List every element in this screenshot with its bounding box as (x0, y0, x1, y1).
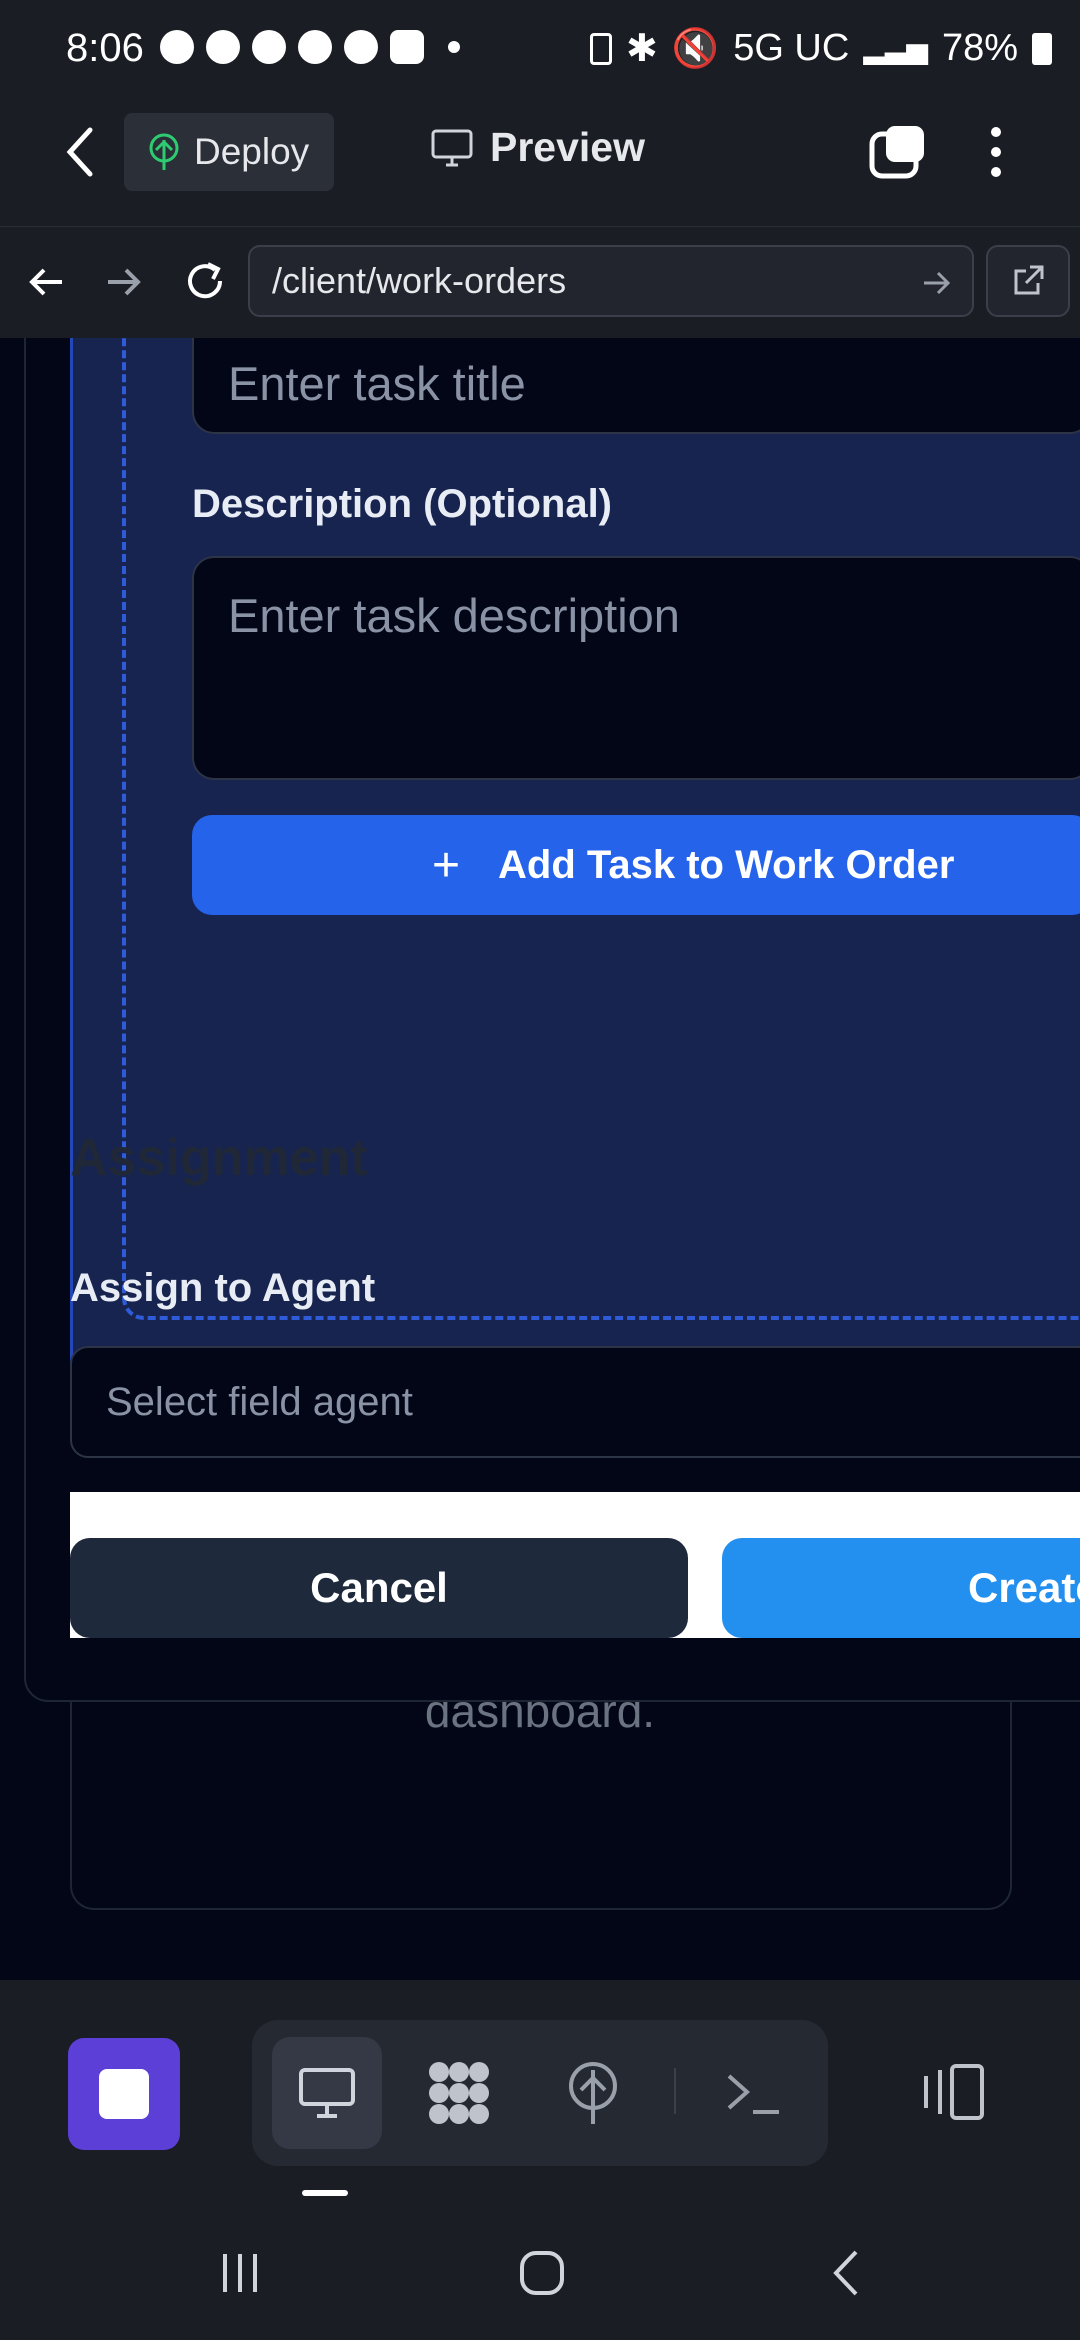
back-button[interactable] (60, 124, 100, 185)
messenger-icon (252, 30, 286, 64)
deploy-label: Deploy (194, 131, 310, 172)
reload-button[interactable] (182, 258, 228, 309)
chevron-left-icon (66, 127, 93, 177)
status-right: ✱ 🔇 5G UC ▂▃▅ 78% (590, 26, 1052, 71)
assign-agent-label: Assign to Agent (70, 1266, 376, 1310)
cancel-button[interactable]: Cancel (70, 1538, 688, 1638)
go-arrow-icon (924, 271, 951, 295)
url-text: /client/work-orders (272, 260, 567, 301)
agent-select-placeholder: Select field agent (106, 1380, 413, 1424)
monitor-icon (431, 129, 473, 166)
description-textarea[interactable]: Enter task description (192, 556, 1080, 780)
bluetooth-icon: ✱ (626, 28, 658, 70)
preview-tab[interactable]: Preview (430, 124, 645, 171)
stop-button[interactable] (68, 2038, 180, 2150)
external-link-icon (1014, 265, 1044, 295)
stop-icon (99, 2069, 149, 2119)
apps-tool-button[interactable] (404, 2037, 514, 2149)
more-menu-button[interactable] (986, 124, 1006, 185)
browser-back-button[interactable] (26, 262, 66, 307)
plus-icon: + (432, 838, 461, 892)
home-icon (520, 2251, 564, 2295)
mute-icon: 🔇 (671, 27, 720, 70)
system-back-button[interactable] (796, 2238, 896, 2308)
desktop-tool-button[interactable] (272, 2037, 382, 2149)
add-task-button[interactable]: + Add Task to Work Order (192, 815, 1080, 915)
open-external-button[interactable] (986, 245, 1070, 317)
tool-divider (674, 2068, 676, 2114)
tabs-icon (869, 126, 924, 179)
apps-icon (429, 2062, 489, 2124)
preview-label: Preview (490, 124, 645, 170)
browser-forward-button[interactable] (104, 262, 144, 307)
arrow-right-icon (108, 268, 141, 296)
task-title-input[interactable]: Enter task title (192, 338, 1080, 434)
wallet-icon (390, 30, 424, 64)
add-task-label: Add Task to Work Order (498, 842, 955, 887)
page-content: dashboard. Enter task title Description … (0, 338, 1080, 1980)
status-time: 8:06 (66, 26, 144, 70)
chat-icon (160, 30, 194, 64)
messenger-icon (206, 30, 240, 64)
more-dot-icon (448, 41, 460, 53)
url-input[interactable]: /client/work-orders (248, 245, 974, 317)
task-title-placeholder: Enter task title (228, 357, 526, 410)
terminal-icon (727, 2074, 779, 2114)
agent-select[interactable]: Select field agent (70, 1346, 1080, 1458)
desktop-icon (299, 2068, 355, 2118)
chevron-left-icon (833, 2250, 858, 2296)
description-placeholder: Enter task description (228, 589, 680, 642)
battery-level: 78% (941, 27, 1018, 69)
recent-apps-button[interactable] (190, 2238, 290, 2308)
notification-icons (160, 30, 460, 64)
kebab-menu-icon (991, 127, 1001, 177)
assignment-heading: Assignment (70, 1129, 368, 1187)
deploy-button[interactable]: Deploy (124, 113, 334, 191)
tabs-button[interactable] (868, 124, 928, 185)
signal-icon: ▂▃▅ (863, 33, 928, 64)
messenger-icon (344, 30, 378, 64)
network-type: 5G UC (733, 27, 850, 69)
deploy-icon (569, 2062, 617, 2124)
split-view-icon (924, 2064, 984, 2120)
messenger-icon (298, 30, 332, 64)
terminal-tool-button[interactable] (698, 2037, 808, 2149)
layout-toggle-button[interactable] (918, 2062, 988, 2127)
deploy-tool-button[interactable] (538, 2037, 648, 2149)
reload-icon (188, 262, 223, 299)
create-button[interactable]: Create (722, 1538, 1080, 1638)
battery-saver-icon (590, 32, 613, 65)
recents-icon (223, 2254, 257, 2292)
arrow-left-icon (29, 268, 62, 296)
tool-group (252, 2020, 828, 2166)
description-label: Description (Optional) (192, 482, 612, 526)
deploy-icon (149, 133, 179, 170)
battery-icon (1032, 32, 1052, 65)
home-button[interactable] (492, 2238, 592, 2308)
